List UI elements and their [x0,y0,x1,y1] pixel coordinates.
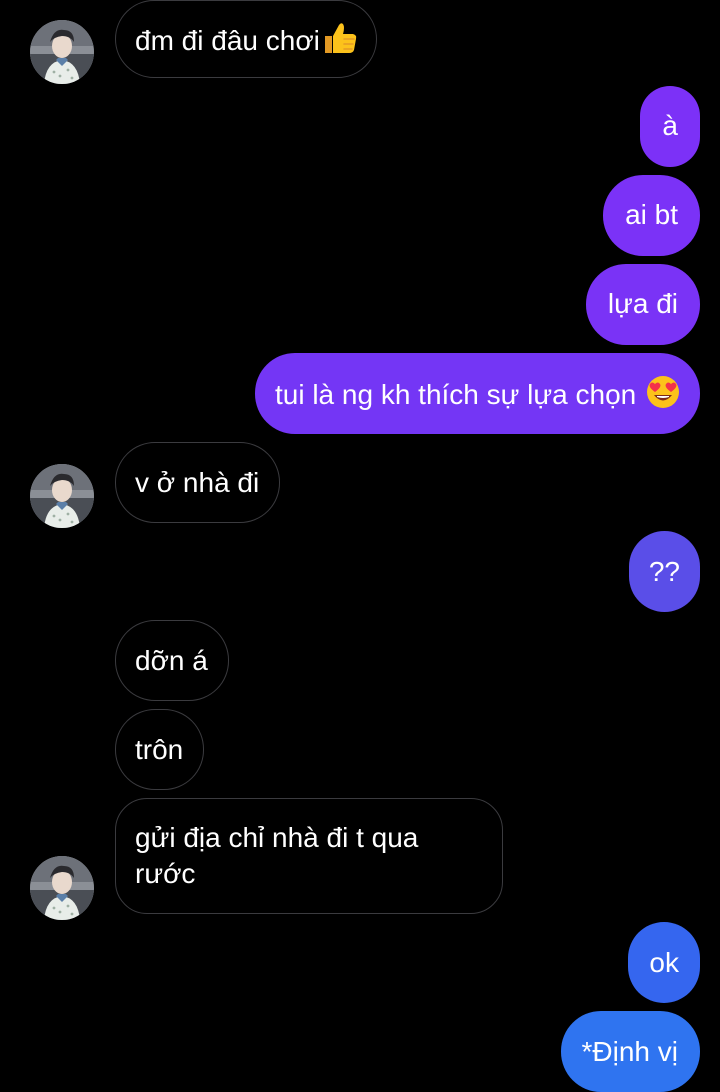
heart-eyes-emoji-icon [646,375,680,418]
message-bubble-outgoing[interactable]: ?? [628,531,700,612]
message-text: trôn [135,734,184,765]
message-text: lựa đi [607,288,678,319]
message-bubble-outgoing[interactable]: *Định vị [560,1011,700,1092]
message-text: ?? [648,556,680,587]
message-text: à [662,110,678,141]
message-text: gửi địa chỉ nhà đi t qua rước [135,822,419,889]
contact-avatar[interactable] [30,20,94,84]
message-bubble-incoming[interactable]: trôn [115,709,205,790]
message-text: tui là ng kh thích sự lựa chọn [274,379,637,410]
message-text: ai bt [625,199,678,230]
message-text: *Định vị [581,1036,678,1067]
message-text: v ở nhà đi [135,467,260,498]
message-bubble-incoming[interactable]: đm đi đâu chơi [115,0,377,78]
message-bubble-outgoing[interactable]: tui là ng kh thích sự lựa chọn [254,353,700,434]
message-bubble-outgoing[interactable]: ok [628,922,700,1003]
message-bubble-outgoing[interactable]: à [640,86,700,167]
message-text: dỡn á [135,645,208,676]
message-bubble-outgoing[interactable]: ai bt [603,175,700,256]
contact-avatar[interactable] [30,464,94,528]
message-text: ok [649,947,679,978]
thumbs-up-icon [322,21,358,64]
message-bubble-outgoing[interactable]: lựa đi [585,264,700,345]
message-bubble-incoming[interactable]: dỡn á [115,620,229,701]
message-text: đm đi đâu chơi [135,25,320,56]
message-bubble-incoming[interactable]: gửi địa chỉ nhà đi t qua rước [115,798,503,914]
contact-avatar[interactable] [30,856,94,920]
message-bubble-incoming[interactable]: v ở nhà đi [115,442,281,523]
